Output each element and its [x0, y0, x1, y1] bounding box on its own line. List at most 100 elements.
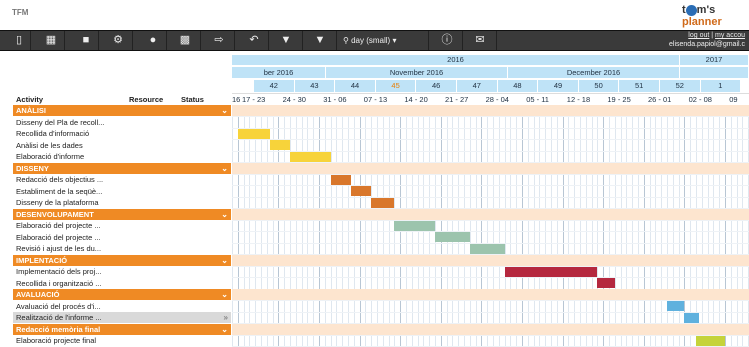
gantt-row: [232, 232, 749, 244]
task-label: Recollida i organització ...: [16, 278, 102, 288]
undo-icon[interactable]: ↶: [243, 33, 265, 48]
gantt-row: [232, 140, 749, 152]
zoom-select[interactable]: ⚲ day (small) ▾: [343, 34, 396, 47]
task-label: Recollida d'informació: [16, 129, 90, 138]
gantt-chart: [232, 105, 749, 347]
task-row[interactable]: Disseny de la plataforma: [13, 197, 231, 208]
toolbar: ▯ ▦ ■ ⚙ ● ▩ ⇨ ↶ ▼ ▼ ⚲ day (small) ▾ ⓘ ✉: [0, 30, 749, 51]
task-row[interactable]: Establiment de la seqüè...: [13, 186, 231, 197]
timeline-week: 44: [335, 80, 375, 92]
timeline-day-range: 05 - 11: [526, 95, 549, 104]
phase-row[interactable]: ANÀLISI ⌄: [13, 105, 231, 116]
task-bar[interactable]: [696, 335, 725, 346]
phase-row[interactable]: DESENVOLUPAMENT ⌄: [13, 208, 231, 220]
user-email: elisenda.papiol@gmail.c: [669, 41, 745, 48]
phase-row[interactable]: Redacció memòria final ⌄: [13, 323, 231, 335]
save-icon[interactable]: ■: [75, 33, 97, 48]
task-bar[interactable]: [237, 128, 270, 139]
task-row[interactable]: Realització de l'informe ... »: [13, 312, 231, 323]
chevron-down-icon[interactable]: ⌄: [221, 105, 228, 116]
gantt-row: [232, 162, 749, 175]
task-label: Revisió i ajust de les du...: [16, 244, 102, 253]
chevron-down-icon[interactable]: ⌄: [221, 289, 228, 300]
chevron-down-icon[interactable]: ⌄: [221, 324, 228, 335]
timeline-day-range: 02 - 08: [688, 95, 712, 104]
user-box: log out | my accou elisenda.papiol@gmail…: [669, 32, 745, 48]
toolbar-divider: [166, 31, 167, 50]
task-label: Elaboració del projecte ...: [16, 232, 101, 242]
task-row[interactable]: Implementació dels proj...: [13, 266, 231, 277]
task-bar[interactable]: [394, 220, 435, 231]
task-label: Disseny de la plataforma: [16, 198, 99, 207]
logout-link[interactable]: log out: [688, 32, 709, 39]
task-bar[interactable]: [469, 243, 505, 254]
task-label: Redacció dels objectius ...: [16, 175, 104, 184]
column-header-status[interactable]: Status: [181, 94, 204, 105]
task-bar[interactable]: [597, 278, 615, 288]
phase-label: ANÀLISI: [16, 106, 46, 115]
phase-label: DISSENY: [16, 163, 49, 173]
phase-row[interactable]: AVALUACIÓ ⌄: [13, 289, 231, 300]
new-icon[interactable]: ▯: [8, 33, 30, 48]
timeline-day-range: 28 - 04: [485, 95, 509, 104]
expand-icon[interactable]: »: [224, 312, 228, 323]
timeline-month: November 2016: [326, 67, 507, 78]
timeline-day-range: 31 - 06: [323, 95, 347, 104]
timeline-day-range: 09: [729, 95, 738, 104]
timeline-week: 42: [254, 80, 294, 92]
task-bar[interactable]: [290, 151, 331, 162]
task-bar[interactable]: [684, 312, 699, 323]
task-row[interactable]: Disseny del Pla de recoll...: [13, 117, 231, 128]
task-row[interactable]: Recollida d'informació: [13, 128, 231, 139]
print-icon[interactable]: ▩: [174, 33, 196, 48]
task-row[interactable]: Revisió i ajust de les du...: [13, 243, 231, 254]
toolbar-divider: [462, 31, 463, 50]
task-bar[interactable]: [435, 232, 470, 242]
info-icon[interactable]: ⓘ: [436, 33, 458, 48]
task-row[interactable]: Elaboració projecte final: [13, 335, 231, 346]
chevron-down-icon[interactable]: ⌄: [221, 209, 228, 220]
task-row[interactable]: Elaboració del projecte ...: [13, 232, 231, 243]
task-row[interactable]: Anàlisi de les dades: [13, 140, 231, 151]
timeline-month: December 2016: [508, 67, 679, 78]
phase-row[interactable]: IMPLENTACIÓ ⌄: [13, 254, 231, 266]
column-header-resource[interactable]: Resource: [129, 94, 163, 105]
gantt-row: [232, 335, 749, 347]
settings-icon[interactable]: ⚙: [107, 33, 129, 48]
chevron-down-icon[interactable]: ⌄: [221, 163, 228, 174]
task-row[interactable]: Avaluació del procés d'i...: [13, 301, 231, 312]
collapse-icon[interactable]: ▼: [275, 33, 297, 48]
phase-row[interactable]: DISSENY ⌄: [13, 162, 231, 174]
task-label: Elaboració del projecte ...: [16, 221, 101, 230]
logo-mid: m's: [696, 4, 716, 16]
toolbar-divider: [428, 31, 429, 50]
task-row[interactable]: Redacció dels objectius ...: [13, 174, 231, 185]
my-account-link[interactable]: my accou: [715, 32, 745, 39]
task-row[interactable]: Elaboració d'informe: [13, 151, 231, 162]
task-bar[interactable]: [330, 174, 351, 185]
timeline-day-range: 26 - 01: [648, 95, 672, 104]
zoom-label: day (small): [351, 36, 391, 45]
timeline-week: 43: [294, 80, 335, 92]
app-logo[interactable]: t m's planner: [682, 4, 749, 28]
task-bar[interactable]: [269, 140, 290, 150]
task-bar[interactable]: [371, 197, 395, 208]
timeline-day-range: 24 - 30: [282, 95, 306, 104]
task-row[interactable]: Elaboració del projecte ...: [13, 220, 231, 231]
column-header-activity[interactable]: Activity: [16, 94, 43, 105]
filter-icon[interactable]: ▼: [309, 33, 331, 48]
timeline-week: 1: [700, 80, 741, 92]
task-bar[interactable]: [504, 266, 598, 277]
phase-label: IMPLENTACIÓ: [16, 255, 68, 265]
open-icon[interactable]: ▦: [40, 33, 62, 48]
timeline-week: 45: [375, 80, 416, 92]
chevron-down-icon[interactable]: ⌄: [221, 255, 228, 266]
task-row[interactable]: Recollida i organització ...: [13, 278, 231, 289]
task-bar[interactable]: [667, 301, 685, 311]
users-icon[interactable]: ●: [142, 33, 164, 48]
export-icon[interactable]: ⇨: [208, 33, 230, 48]
mail-icon[interactable]: ✉: [469, 33, 491, 48]
timeline-week: 50: [578, 80, 619, 92]
task-bar[interactable]: [350, 186, 372, 196]
task-label: Anàlisi de les dades: [16, 140, 83, 150]
